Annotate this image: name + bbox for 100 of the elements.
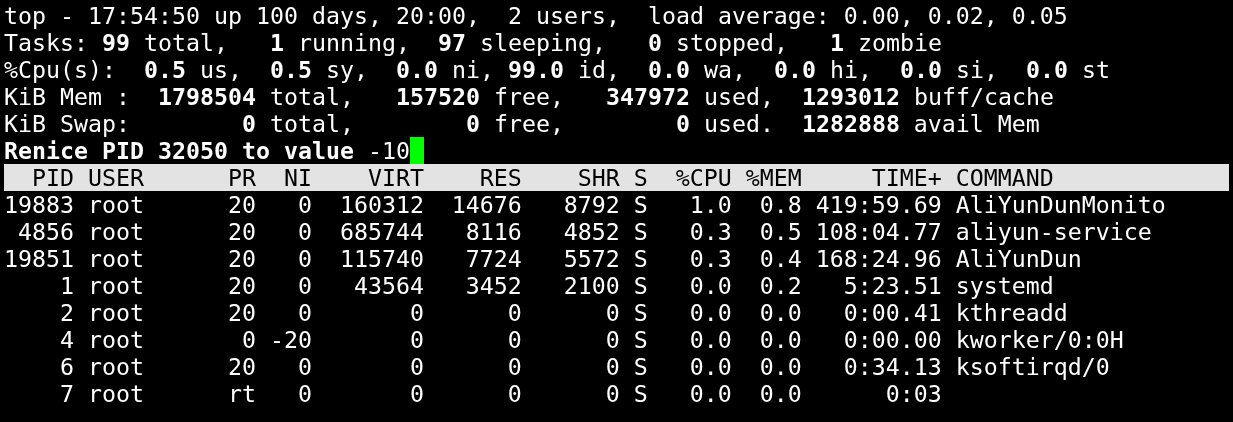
summary-line: KiB Mem : 1798504 total, 157520 free, 347972 used, 1293012 buff/cache bbox=[4, 82, 1054, 110]
table-cell: 0 bbox=[297, 352, 312, 380]
table-cell: 0.3 bbox=[689, 244, 732, 272]
table-cell: 20 bbox=[227, 298, 256, 326]
table-cell: 0.0 bbox=[759, 379, 802, 407]
table-cell: 419:59.69 bbox=[815, 190, 942, 218]
table-cell: root bbox=[87, 271, 144, 299]
table-cell: 5:23.51 bbox=[843, 271, 942, 299]
table-cell: 168:24.96 bbox=[815, 244, 942, 272]
table-cell: 7724 bbox=[465, 244, 522, 272]
table-cell: 0 bbox=[507, 352, 522, 380]
column-header: TIME+ bbox=[871, 163, 942, 191]
table-cell: 0.2 bbox=[759, 271, 802, 299]
table-cell: 8116 bbox=[465, 217, 522, 245]
column-header: %CPU bbox=[675, 163, 732, 191]
table-cell: 20 bbox=[227, 190, 256, 218]
table-cell: rt bbox=[227, 379, 256, 407]
table-cell: kworker/0:0H bbox=[955, 325, 1124, 353]
table-cell: 0.0 bbox=[689, 298, 732, 326]
table-cell: 19883 bbox=[4, 190, 74, 218]
table-cell: 5572 bbox=[563, 244, 620, 272]
table-cell: 0.0 bbox=[689, 379, 732, 407]
table-cell: 0 bbox=[507, 379, 522, 407]
table-cell: 7 bbox=[60, 379, 74, 407]
table-cell: 0.0 bbox=[759, 298, 802, 326]
table-cell: 6 bbox=[60, 352, 74, 380]
table-cell: 0 bbox=[297, 298, 312, 326]
table-cell: S bbox=[633, 379, 648, 407]
table-cell: 0:00.00 bbox=[843, 325, 942, 353]
column-header: PR bbox=[227, 163, 256, 191]
table-cell: 0 bbox=[409, 298, 424, 326]
column-header: PID bbox=[32, 163, 74, 191]
table-cell: root bbox=[87, 217, 144, 245]
table-cell: 0.3 bbox=[689, 217, 732, 245]
table-cell: 108:04.77 bbox=[815, 217, 942, 245]
table-cell: -20 bbox=[269, 325, 312, 353]
table-cell: root bbox=[87, 190, 144, 218]
table-cell: 0 bbox=[605, 298, 620, 326]
table-cell: 3452 bbox=[465, 271, 522, 299]
column-header: NI bbox=[283, 163, 312, 191]
table-cell: AliYunDun bbox=[955, 244, 1082, 272]
table-cell: root bbox=[87, 244, 144, 272]
table-cell: root bbox=[87, 352, 144, 380]
table-cell: 43564 bbox=[353, 271, 424, 299]
table-cell: 20 bbox=[227, 217, 256, 245]
summary-line: Tasks: 99 total, 1 running, 97 sleeping, 0 stopped, 1 zombie bbox=[4, 28, 942, 56]
table-cell: kthreadd bbox=[955, 298, 1068, 326]
table-cell: S bbox=[633, 325, 648, 353]
table-cell: 685744 bbox=[339, 217, 424, 245]
table-cell: 0 bbox=[297, 271, 312, 299]
table-cell: root bbox=[87, 298, 144, 326]
table-cell: 0 bbox=[507, 298, 522, 326]
table-cell: S bbox=[633, 190, 648, 218]
table-cell: 0.5 bbox=[759, 217, 802, 245]
table-cell: 0.0 bbox=[759, 352, 802, 380]
table-cell: S bbox=[633, 352, 648, 380]
table-cell: 0 bbox=[297, 190, 312, 218]
table-cell: 0 bbox=[507, 325, 522, 353]
table-cell: 4 bbox=[60, 325, 74, 353]
table-cell: 0 bbox=[605, 379, 620, 407]
table-cell: 0 bbox=[297, 379, 312, 407]
table-cell: 20 bbox=[227, 244, 256, 272]
summary-line: %Cpu(s): 0.5 us, 0.5 sy, 0.0 ni, 99.0 id, 0.0 wa, 0.0 hi, 0.0 si, 0.0 st bbox=[4, 55, 1110, 83]
table-cell: 0 bbox=[409, 352, 424, 380]
table-cell: root bbox=[87, 325, 144, 353]
table-cell: 0 bbox=[605, 325, 620, 353]
table-cell: 1 bbox=[60, 271, 74, 299]
table-cell: S bbox=[633, 244, 648, 272]
table-cell: 0 bbox=[297, 244, 312, 272]
table-cell: S bbox=[633, 298, 648, 326]
table-cell: 19851 bbox=[4, 244, 74, 272]
table-cell: 20 bbox=[227, 271, 256, 299]
table-cell: S bbox=[633, 217, 648, 245]
table-cell: 14676 bbox=[451, 190, 522, 218]
table-cell: 0:03 bbox=[885, 379, 942, 407]
table-cell: 20 bbox=[227, 352, 256, 380]
table-cell: 0:34.13 bbox=[843, 352, 942, 380]
table-cell: aliyun-service bbox=[955, 217, 1152, 245]
table-cell: 0 bbox=[605, 352, 620, 380]
table-cell: 115740 bbox=[339, 244, 424, 272]
summary-line: top - 17:54:50 up 100 days, 20:00, 2 users, load average: 0.00, 0.02, 0.05 bbox=[4, 1, 1068, 29]
column-header: SHR bbox=[577, 163, 620, 191]
table-cell: 160312 bbox=[339, 190, 424, 218]
column-header: USER bbox=[87, 163, 144, 191]
table-cell: systemd bbox=[955, 271, 1054, 299]
column-header: RES bbox=[479, 163, 522, 191]
table-cell: 0.0 bbox=[689, 352, 732, 380]
table-cell: 4852 bbox=[563, 217, 620, 245]
table-cell: 0 bbox=[409, 379, 424, 407]
table-cell: AliYunDunMonito bbox=[955, 190, 1166, 218]
table-cell: 0 bbox=[241, 325, 256, 353]
table-cell: 4856 bbox=[18, 217, 74, 245]
table-cell: 0:00.41 bbox=[843, 298, 942, 326]
table-cell: 8792 bbox=[563, 190, 620, 218]
summary-line: KiB Swap: 0 total, 0 free, 0 used. 1282888 avail Mem bbox=[4, 109, 1040, 137]
column-header: COMMAND bbox=[955, 163, 1054, 191]
table-cell: 2 bbox=[60, 298, 74, 326]
table-cell: 2100 bbox=[563, 271, 620, 299]
table-cell: ksoftirqd/0 bbox=[955, 352, 1110, 380]
table-cell: root bbox=[87, 379, 144, 407]
